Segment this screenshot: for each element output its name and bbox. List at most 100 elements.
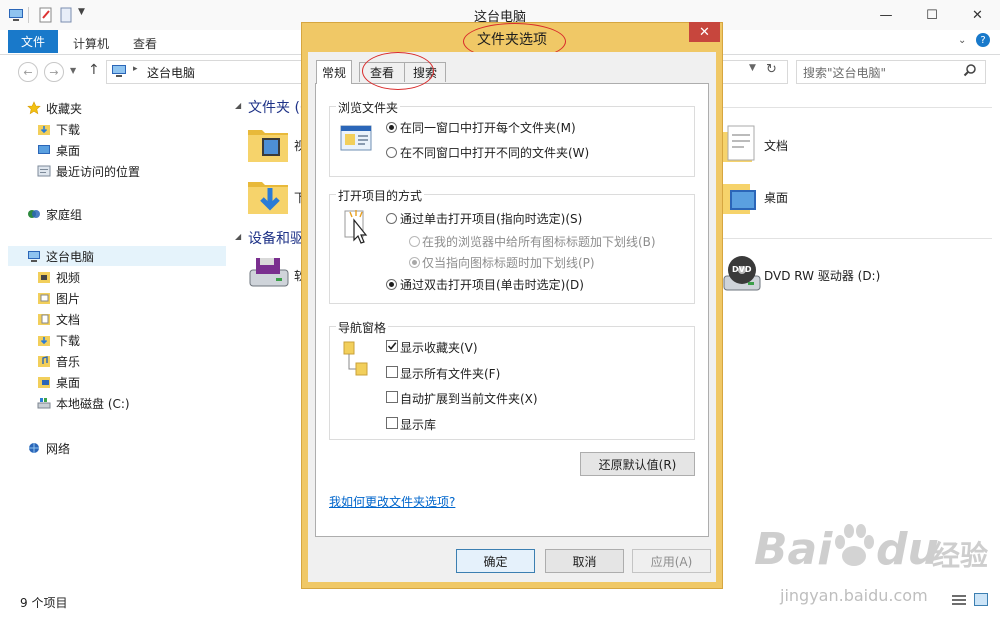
nav-desktop[interactable]: 桌面 (36, 372, 80, 392)
annotation-ellipse-tabs (362, 52, 434, 90)
pictures-folder-icon (36, 290, 52, 306)
nav-label: 家庭组 (46, 207, 83, 222)
navigation-pane: 收藏夹 下载 桌面 最近访问的位置 家庭组 这台电脑 视频 图片 文档 下载 音… (0, 88, 228, 586)
folder-tree-icon (343, 340, 369, 380)
group-title-nav: 导航窗格 (336, 319, 389, 336)
network-icon (26, 440, 42, 456)
nav-favorites-downloads[interactable]: 下载 (36, 119, 80, 139)
tab-general[interactable]: 常规 (316, 60, 352, 84)
recent-places-icon (36, 163, 52, 179)
nav-homegroup[interactable]: 家庭组 (26, 204, 82, 224)
homegroup-icon (26, 206, 42, 222)
back-button[interactable]: ← (18, 62, 38, 82)
nav-pictures[interactable]: 图片 (36, 288, 80, 308)
collapse-folders-icon[interactable]: ◢ (235, 101, 241, 110)
downloads-folder-icon[interactable] (246, 174, 290, 218)
checkbox-show-all-folders[interactable] (386, 366, 398, 378)
label-single-click[interactable]: 通过单击打开项目(指向时选定)(S) (400, 210, 582, 227)
arrow-left-icon: ← (23, 65, 33, 79)
address-dropdown-icon[interactable]: ▼ (749, 63, 756, 73)
section-divider (722, 107, 992, 108)
search-input[interactable]: 搜索"这台电脑" (796, 60, 986, 84)
group-browse-folders (329, 106, 695, 177)
nav-label: 视频 (56, 270, 81, 285)
nav-videos[interactable]: 视频 (36, 267, 80, 287)
breadcrumb-this-pc[interactable]: 这台电脑 (147, 64, 195, 81)
close-icon: ✕ (699, 24, 710, 40)
minimize-button[interactable]: — (863, 0, 909, 30)
dialog-close-button[interactable]: ✕ (689, 22, 720, 42)
label-show-favorites[interactable]: 显示收藏夹(V) (400, 339, 478, 356)
up-button[interactable]: ↑ (88, 62, 100, 78)
drive-label-dvd[interactable]: DVD RW 驱动器 (D:) (764, 267, 880, 284)
checkbox-show-libraries[interactable] (386, 417, 398, 429)
help-link[interactable]: 我如何更改文件夹选项? (329, 493, 455, 510)
radio-single-click[interactable] (386, 213, 397, 224)
folders-section-header[interactable]: 文件夹 (6 (248, 97, 309, 117)
radio-underline-always[interactable] (409, 236, 420, 247)
nav-local-disk-c[interactable]: 本地磁盘 (C:) (36, 393, 130, 413)
desktop-folder-icon[interactable] (722, 174, 758, 218)
checkbox-show-favorites[interactable] (386, 340, 398, 352)
maximize-button[interactable]: ☐ (909, 0, 955, 30)
videos-folder-icon[interactable] (246, 122, 290, 166)
nav-documents[interactable]: 文档 (36, 309, 80, 329)
label-underline-hover[interactable]: 仅当指向图标标题时加下划线(P) (422, 254, 595, 271)
radio-double-click[interactable] (386, 279, 397, 290)
nav-label: 桌面 (56, 375, 81, 390)
watermark-brand-2: du (876, 524, 939, 575)
downloads-folder-icon (36, 121, 52, 137)
nav-network[interactable]: 网络 (26, 438, 70, 458)
videos-folder-icon (36, 269, 52, 285)
nav-label: 文档 (56, 312, 81, 327)
nav-favorites-recent[interactable]: 最近访问的位置 (36, 161, 140, 181)
nav-music[interactable]: 音乐 (36, 351, 80, 371)
tab-view[interactable]: 查看 (133, 35, 157, 52)
radio-same-window[interactable] (386, 122, 397, 133)
close-window-button[interactable]: ✕ (955, 0, 1000, 30)
forward-button[interactable]: → (44, 62, 64, 82)
ok-button[interactable]: 确定 (456, 549, 535, 573)
label-double-click[interactable]: 通过双击打开项目(单击时选定)(D) (400, 276, 584, 293)
apply-button[interactable]: 应用(A) (632, 549, 711, 573)
folder-label-documents[interactable]: 文档 (764, 137, 788, 154)
watermark-url: jingyan.baidu.com (780, 586, 928, 605)
nav-favorites[interactable]: 收藏夹 (26, 98, 82, 118)
help-icon[interactable]: ? (976, 33, 990, 47)
local-disk-icon (36, 395, 52, 411)
checkbox-auto-expand[interactable] (386, 391, 398, 403)
label-underline-always[interactable]: 在我的浏览器中给所有图标标题加下划线(B) (422, 233, 656, 250)
nav-this-pc[interactable]: 这台电脑 (8, 246, 226, 266)
collapse-devices-icon[interactable]: ◢ (235, 232, 241, 241)
restore-defaults-button[interactable]: 还原默认值(R) (580, 452, 695, 476)
checkmark-icon (387, 342, 397, 351)
folder-label-desktop[interactable]: 桌面 (764, 189, 788, 206)
nav-label: 最近访问的位置 (56, 164, 141, 179)
nav-label: 下载 (56, 333, 81, 348)
downloads-folder-icon (36, 332, 52, 348)
this-pc-icon (111, 64, 127, 78)
recent-dropdown-icon[interactable]: ▼ (70, 66, 76, 75)
dvd-drive-icon[interactable]: DVD (722, 252, 762, 294)
floppy-drive-icon[interactable] (246, 254, 292, 294)
documents-folder-icon (36, 311, 52, 327)
cancel-button[interactable]: 取消 (545, 549, 624, 573)
devices-section-header[interactable]: 设备和驱 (248, 228, 304, 248)
label-same-window[interactable]: 在同一窗口中打开每个文件夹(M) (400, 119, 576, 136)
tab-file[interactable]: 文件 (8, 30, 58, 53)
radio-new-window[interactable] (386, 147, 397, 158)
label-show-libraries[interactable]: 显示库 (400, 416, 436, 433)
desktop-folder-icon (36, 374, 52, 390)
radio-underline-hover[interactable] (409, 257, 420, 268)
nav-downloads[interactable]: 下载 (36, 330, 80, 350)
nav-label: 音乐 (56, 354, 81, 369)
refresh-icon[interactable]: ↻ (766, 62, 777, 77)
nav-favorites-desktop[interactable]: 桌面 (36, 140, 80, 160)
nav-label: 网络 (46, 441, 71, 456)
label-new-window[interactable]: 在不同窗口中打开不同的文件夹(W) (400, 144, 589, 161)
label-show-all-folders[interactable]: 显示所有文件夹(F) (400, 365, 500, 382)
tab-computer[interactable]: 计算机 (73, 35, 109, 52)
ribbon-expand-icon[interactable]: ⌄ (958, 35, 966, 46)
label-auto-expand[interactable]: 自动扩展到当前文件夹(X) (400, 390, 538, 407)
documents-folder-icon[interactable] (722, 122, 758, 166)
